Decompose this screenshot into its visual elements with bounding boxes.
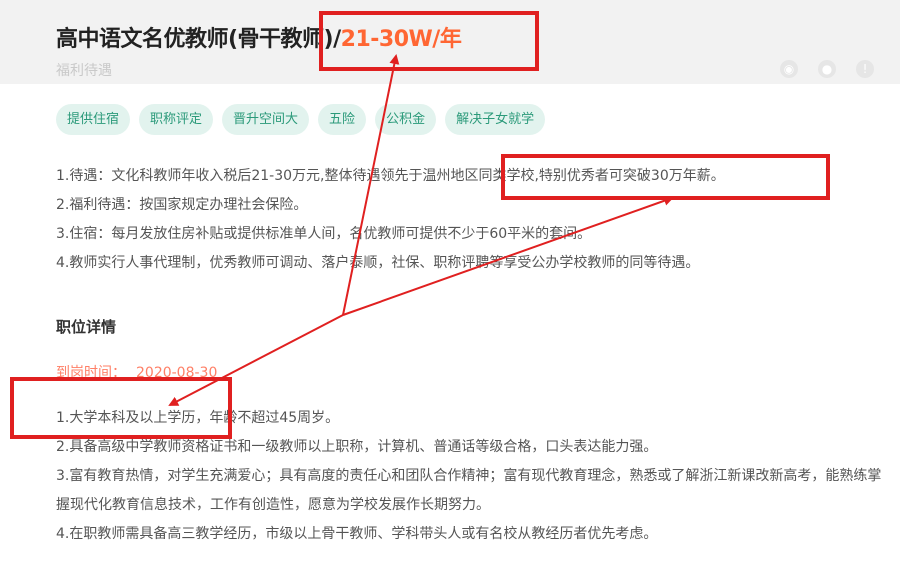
annotation-arrow xyxy=(342,195,674,316)
highlight-box-salary xyxy=(319,11,539,71)
highlight-box-education xyxy=(10,377,232,439)
annotation-arrow xyxy=(168,314,344,406)
highlight-box-annual-pay xyxy=(501,154,830,200)
annotation-arrow xyxy=(342,54,400,316)
annotation-layer xyxy=(10,11,830,439)
